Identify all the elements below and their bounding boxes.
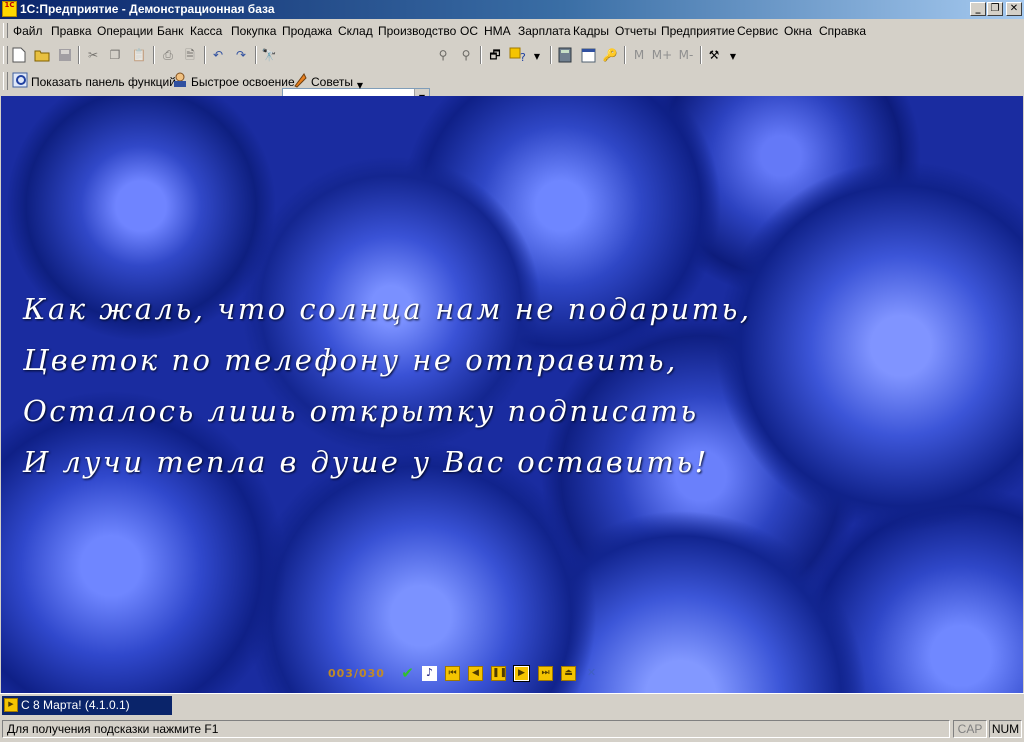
- greeting-card-content: Как жаль, что солнца нам не подарить, Цв…: [1, 96, 1023, 693]
- first-icon[interactable]: ⏮: [445, 666, 460, 681]
- poem-line: Как жаль, что солнца нам не подарить,: [23, 292, 752, 326]
- user-keys-icon[interactable]: 🔑: [601, 46, 619, 64]
- menu-purchase[interactable]: Покупка: [231, 24, 276, 38]
- menu-warehouse[interactable]: Склад: [338, 24, 373, 38]
- prev-icon[interactable]: ◀: [468, 666, 483, 681]
- toolbar-separator: [624, 46, 626, 64]
- poem-line: И лучи тепла в душе у Вас оставить!: [23, 445, 709, 479]
- open-folder-icon[interactable]: [33, 46, 51, 64]
- paste-icon[interactable]: 📋: [130, 46, 148, 64]
- menu-bar: Файл Правка Операции Банк Касса Покупка …: [0, 20, 1024, 41]
- toolbar-separator: [204, 46, 206, 64]
- quick-learn-button[interactable]: Быстрое освоение: [191, 75, 295, 89]
- window-taskbar: ▶ С 8 Марта! (4.1.0.1): [0, 693, 1024, 718]
- print-preview-icon[interactable]: 🗎: [181, 46, 199, 64]
- status-bar: Для получения подсказки нажмите F1 CAP N…: [0, 718, 1024, 742]
- poem-line: Цветок по телефону не отправить,: [23, 343, 678, 377]
- menu-help[interactable]: Справка: [819, 24, 866, 38]
- task-play-icon: ▶: [4, 698, 18, 712]
- tips-button[interactable]: Советы: [311, 75, 353, 89]
- app-logo-icon: 1С: [2, 1, 17, 17]
- caps-indicator: CAP: [953, 720, 987, 738]
- poem-line: Осталось лишь открытку подписать: [23, 394, 699, 428]
- memory-m-button[interactable]: M: [630, 46, 648, 64]
- menu-cash[interactable]: Касса: [190, 24, 222, 38]
- close-window-button[interactable]: ✕: [1006, 2, 1022, 16]
- calendar-icon[interactable]: [579, 46, 597, 64]
- title-bar: 1С 1С:Предприятие - Демонстрационная баз…: [0, 0, 1024, 19]
- menu-operations[interactable]: Операции: [97, 24, 153, 38]
- window-title: 1С:Предприятие - Демонстрационная база: [20, 2, 275, 16]
- copy-icon[interactable]: ❐: [106, 46, 124, 64]
- toolbar-grip[interactable]: [3, 72, 8, 90]
- toolbar-separator: [700, 46, 702, 64]
- toolbar-separator: [255, 46, 257, 64]
- menu-bank[interactable]: Банк: [157, 24, 183, 38]
- menu-hr[interactable]: Кадры: [573, 24, 609, 38]
- undo-icon[interactable]: ↶: [209, 46, 227, 64]
- standard-toolbar: ✂ ❐ 📋 ⎙ 🗎 ↶ ↷ 🔭 ▼ ⚲ ⚲ 🗗 ? ▼ 🔑 M M+ M- ⚒ …: [0, 43, 1024, 107]
- help-1c-icon[interactable]: ?: [509, 46, 527, 64]
- status-hint: Для получения подсказки нажмите F1: [2, 720, 950, 738]
- memory-minus-button[interactable]: M-: [675, 46, 697, 64]
- maximize-button[interactable]: ❐: [987, 2, 1003, 16]
- task-window-button[interactable]: ▶ С 8 Марта! (4.1.0.1): [2, 696, 172, 715]
- toolbar-separator: [78, 46, 80, 64]
- redo-icon[interactable]: ↷: [232, 46, 250, 64]
- menu-grip[interactable]: [3, 23, 8, 38]
- eject-icon[interactable]: ⏏: [561, 666, 576, 681]
- find-prev-icon[interactable]: ⚲: [457, 46, 475, 64]
- new-document-icon[interactable]: [10, 46, 28, 64]
- close-icon[interactable]: ✕: [584, 666, 599, 681]
- toolbar-separator: [153, 46, 155, 64]
- toolbar-separator: [480, 46, 482, 64]
- quick-learn-icon: [171, 71, 189, 89]
- tips-icon: [291, 71, 309, 89]
- last-icon[interactable]: ⏭: [538, 666, 553, 681]
- num-indicator: NUM: [989, 720, 1022, 738]
- menu-fixed-assets[interactable]: ОС: [460, 24, 478, 38]
- menu-intangibles[interactable]: НМА: [484, 24, 511, 38]
- tips-dropdown-icon[interactable]: ▼: [351, 77, 369, 95]
- svg-text:?: ?: [520, 51, 526, 63]
- save-icon[interactable]: [56, 46, 74, 64]
- menu-production[interactable]: Производство: [378, 24, 456, 38]
- note-icon[interactable]: ♪: [422, 666, 437, 681]
- windows-icon[interactable]: 🗗: [486, 46, 504, 64]
- function-panel-icon: [11, 71, 29, 89]
- menu-sales[interactable]: Продажа: [282, 24, 332, 38]
- calculator-icon[interactable]: [556, 46, 574, 64]
- menu-edit[interactable]: Правка: [51, 24, 92, 38]
- play-icon[interactable]: ▶: [513, 665, 530, 682]
- find-next-icon[interactable]: ⚲: [434, 46, 452, 64]
- help-dropdown-icon[interactable]: ▼: [528, 48, 546, 66]
- memory-plus-button[interactable]: M+: [651, 46, 673, 64]
- toolbar-grip[interactable]: [3, 46, 8, 64]
- menu-enterprise[interactable]: Предприятие: [661, 24, 735, 38]
- pause-icon[interactable]: ❚❚: [491, 666, 507, 681]
- minimize-button[interactable]: _: [970, 2, 986, 16]
- menu-service[interactable]: Сервис: [737, 24, 778, 38]
- check-icon[interactable]: ✔: [400, 666, 415, 681]
- menu-reports[interactable]: Отчеты: [615, 24, 656, 38]
- poem-text: Как жаль, что солнца нам не подарить, Цв…: [23, 284, 752, 488]
- cut-icon[interactable]: ✂: [84, 46, 102, 64]
- menu-file[interactable]: Файл: [13, 24, 43, 38]
- menu-salary[interactable]: Зарплата: [518, 24, 571, 38]
- menu-windows[interactable]: Окна: [784, 24, 812, 38]
- find-binoculars-icon[interactable]: 🔭: [260, 46, 278, 64]
- slide-counter: 003/030: [328, 667, 385, 680]
- tools-dropdown-icon[interactable]: ▼: [724, 48, 742, 66]
- tools-icon[interactable]: ⚒: [705, 46, 723, 64]
- show-function-panel-button[interactable]: Показать панель функций: [31, 75, 176, 89]
- task-window-label: С 8 Марта! (4.1.0.1): [21, 698, 130, 712]
- toolbar-separator: [550, 46, 552, 64]
- print-icon[interactable]: ⎙: [159, 46, 177, 64]
